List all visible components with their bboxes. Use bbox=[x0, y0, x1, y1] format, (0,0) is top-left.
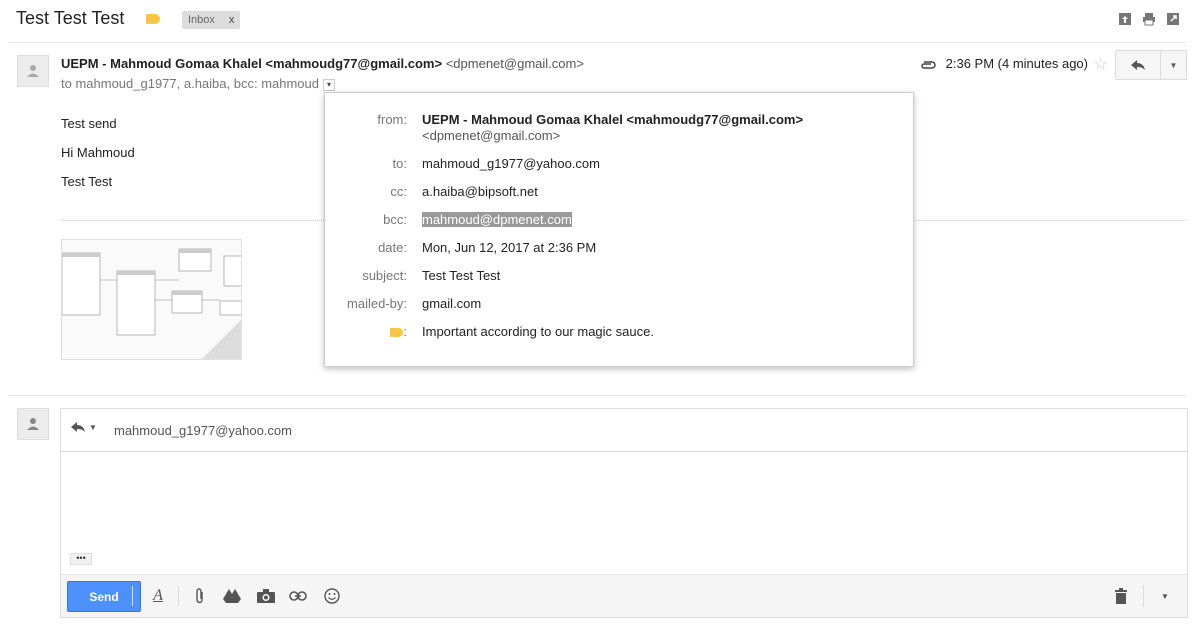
reply-compose: ▼ mahmoud_g1977@yahoo.com ••• Send A ▼ bbox=[60, 408, 1188, 618]
body-line: Hi Mahmoud bbox=[61, 145, 135, 160]
toolbar-divider bbox=[178, 586, 179, 606]
compose-to-field[interactable]: mahmoud_g1977@yahoo.com bbox=[114, 423, 292, 438]
importance-icon bbox=[390, 328, 404, 338]
details-subject-value: Test Test Test bbox=[422, 268, 501, 283]
print-icon[interactable] bbox=[1142, 12, 1156, 26]
details-date-label: date: bbox=[378, 240, 407, 255]
details-bcc-value: mahmoud@dpmenet.com bbox=[422, 212, 572, 227]
star-icon[interactable]: ☆ bbox=[1094, 54, 1108, 74]
reply-icon bbox=[71, 422, 85, 432]
message-details-popup: from: UEPM - Mahmoud Gomaa Khalel <mahmo… bbox=[324, 92, 914, 367]
details-cc-label: cc: bbox=[390, 184, 407, 199]
body-line: Test send bbox=[61, 116, 117, 131]
thread-toolbar bbox=[1118, 12, 1180, 26]
more-icon[interactable]: ▼ bbox=[1161, 51, 1186, 79]
details-mailedby-label: mailed-by: bbox=[347, 296, 407, 311]
attach-file-icon[interactable] bbox=[190, 586, 210, 606]
inbox-label-chip[interactable]: Inbox x bbox=[182, 11, 241, 29]
body-line: Test Test bbox=[61, 174, 113, 189]
details-from-label: from: bbox=[377, 112, 407, 127]
details-from-name: UEPM - Mahmoud Gomaa Khalel <mahmoudg77@… bbox=[422, 112, 804, 127]
compose-body-input[interactable] bbox=[61, 452, 1187, 572]
attachment-icon bbox=[920, 57, 936, 75]
details-mailedby-value: gmail.com bbox=[422, 296, 482, 311]
subject-title: Test Test Test bbox=[16, 8, 125, 28]
trash-icon[interactable] bbox=[1111, 586, 1131, 606]
archive-icon[interactable] bbox=[1118, 12, 1132, 26]
avatar bbox=[17, 55, 49, 87]
show-details-icon[interactable]: ▾ bbox=[323, 78, 336, 91]
details-cc-value: a.haiba@bipsoft.net bbox=[422, 184, 538, 199]
details-importance-value: Important according to our magic sauce. bbox=[422, 324, 654, 339]
details-subject-label: subject: bbox=[362, 268, 407, 283]
format-text-icon[interactable]: A bbox=[148, 586, 168, 606]
chevron-down-icon: ▼ bbox=[89, 422, 97, 432]
details-from-email: <dpmenet@gmail.com> bbox=[422, 128, 561, 143]
details-to-label: to: bbox=[392, 156, 407, 171]
sender-name[interactable]: UEPM - Mahmoud Gomaa Khalel <mahmoudg77@… bbox=[61, 56, 442, 71]
show-trimmed-content-button[interactable]: ••• bbox=[70, 553, 92, 565]
reply-type-dropdown[interactable]: ▼ bbox=[71, 422, 97, 432]
details-importance-colon: : bbox=[403, 324, 407, 339]
message-time: 2:36 PM (4 minutes ago) bbox=[945, 56, 1088, 71]
reply-button-group: ▼ bbox=[1115, 50, 1187, 80]
remove-label-button[interactable]: x bbox=[229, 14, 235, 26]
inbox-label-text: Inbox bbox=[188, 14, 215, 26]
recipients-summary: to mahmoud_g1977, a.haiba, bcc: mahmoud bbox=[61, 76, 320, 91]
link-icon[interactable] bbox=[288, 586, 308, 606]
new-window-icon[interactable] bbox=[1166, 12, 1180, 26]
compose-divider bbox=[8, 395, 1186, 396]
toolbar-divider bbox=[1143, 585, 1144, 607]
compose-toolbar: Send A ▼ bbox=[61, 574, 1187, 617]
send-button[interactable]: Send bbox=[67, 581, 141, 612]
recipients-line: to mahmoud_g1977, a.haiba, bcc: mahmoud ▾ bbox=[61, 76, 336, 91]
details-to-value: mahmoud_g1977@yahoo.com bbox=[422, 156, 600, 171]
attachment-thumbnail[interactable] bbox=[61, 239, 242, 360]
sender-line[interactable]: UEPM - Mahmoud Gomaa Khalel <mahmoudg77@… bbox=[61, 56, 584, 71]
header-divider bbox=[8, 42, 1186, 43]
reply-icon[interactable] bbox=[1116, 51, 1161, 79]
photo-icon[interactable] bbox=[256, 586, 276, 606]
details-importance-label: : bbox=[390, 324, 407, 339]
sender-via: <dpmenet@gmail.com> bbox=[445, 56, 584, 71]
details-bcc-label: bcc: bbox=[383, 212, 407, 227]
toolbar-divider bbox=[132, 586, 133, 606]
more-options-icon[interactable]: ▼ bbox=[1155, 586, 1175, 606]
details-date-value: Mon, Jun 12, 2017 at 2:36 PM bbox=[422, 240, 597, 255]
label-icon[interactable] bbox=[146, 14, 160, 24]
emoji-icon[interactable] bbox=[322, 586, 342, 606]
drive-icon[interactable] bbox=[222, 586, 242, 606]
compose-header: ▼ mahmoud_g1977@yahoo.com bbox=[61, 409, 1187, 452]
avatar bbox=[17, 408, 49, 440]
